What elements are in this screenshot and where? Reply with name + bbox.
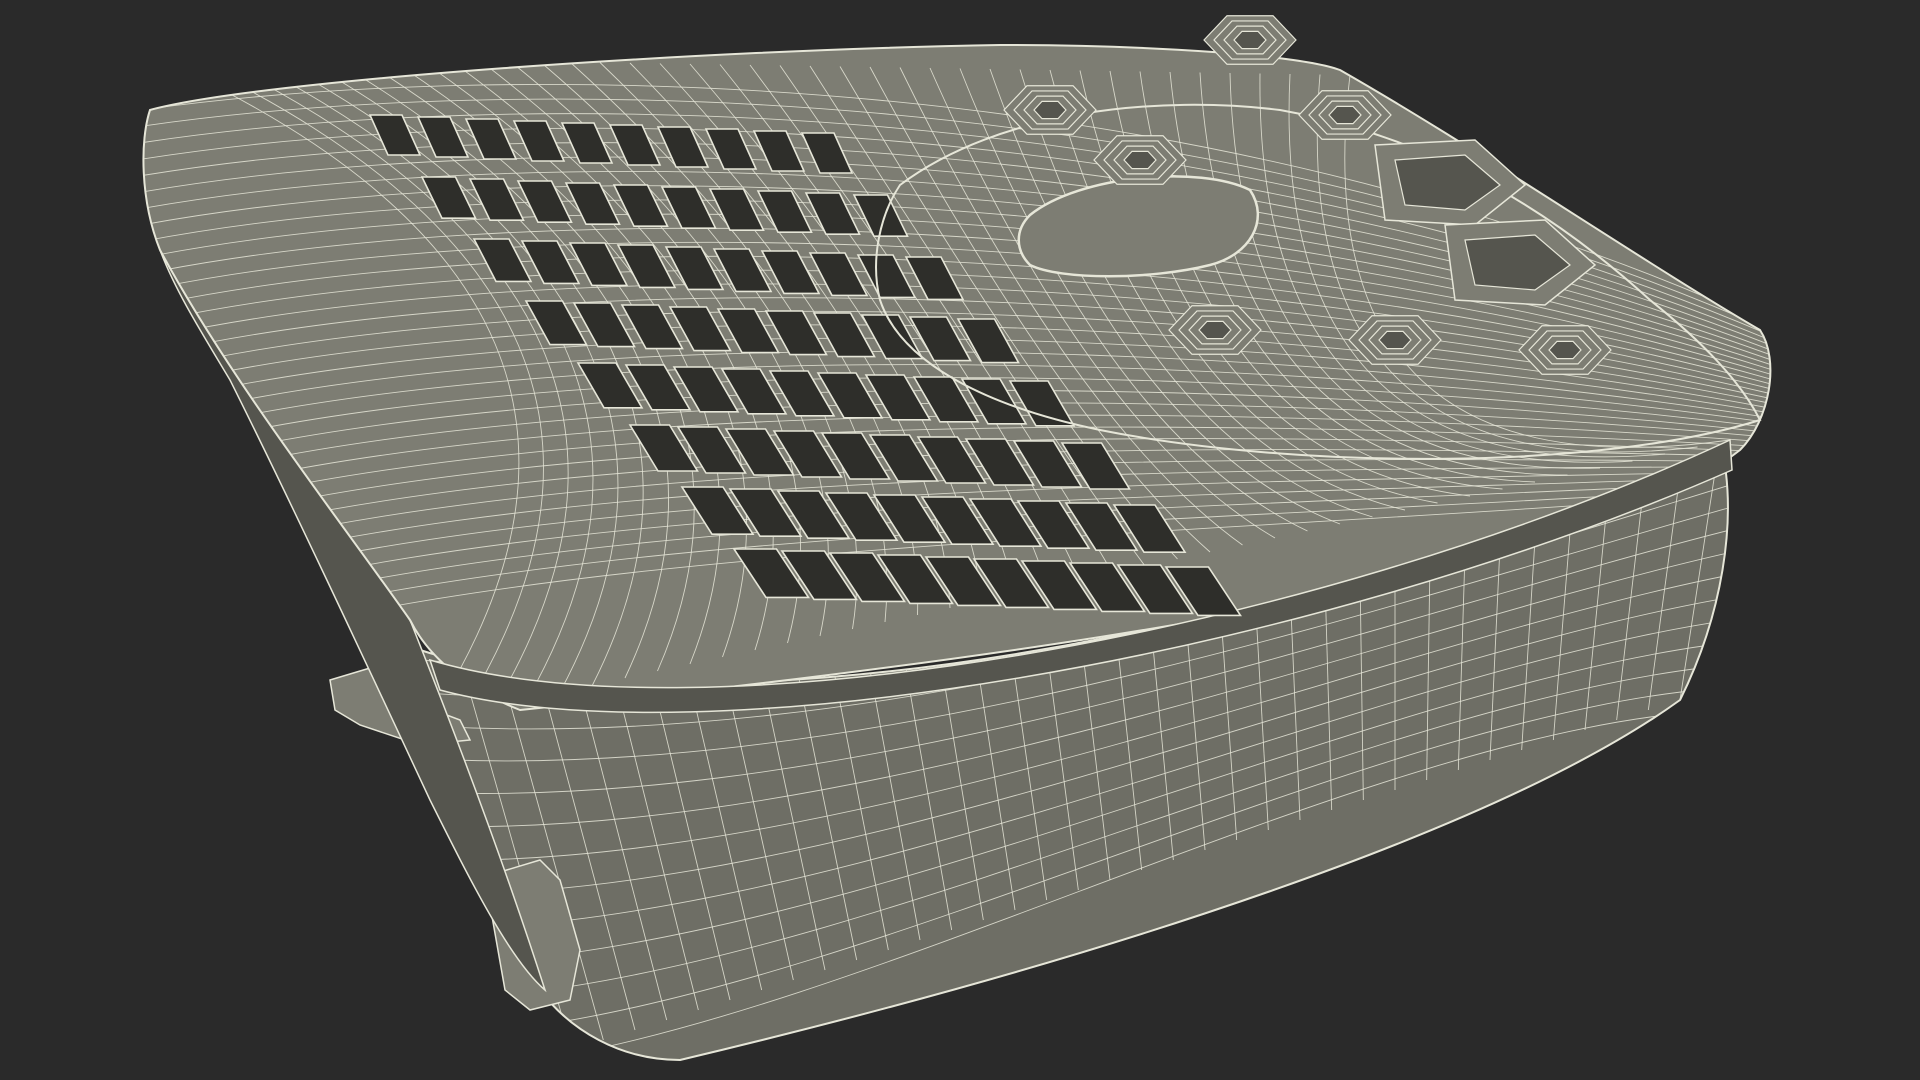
wireframe-model <box>142 15 1772 1062</box>
render-viewport[interactable] <box>0 0 1920 1080</box>
